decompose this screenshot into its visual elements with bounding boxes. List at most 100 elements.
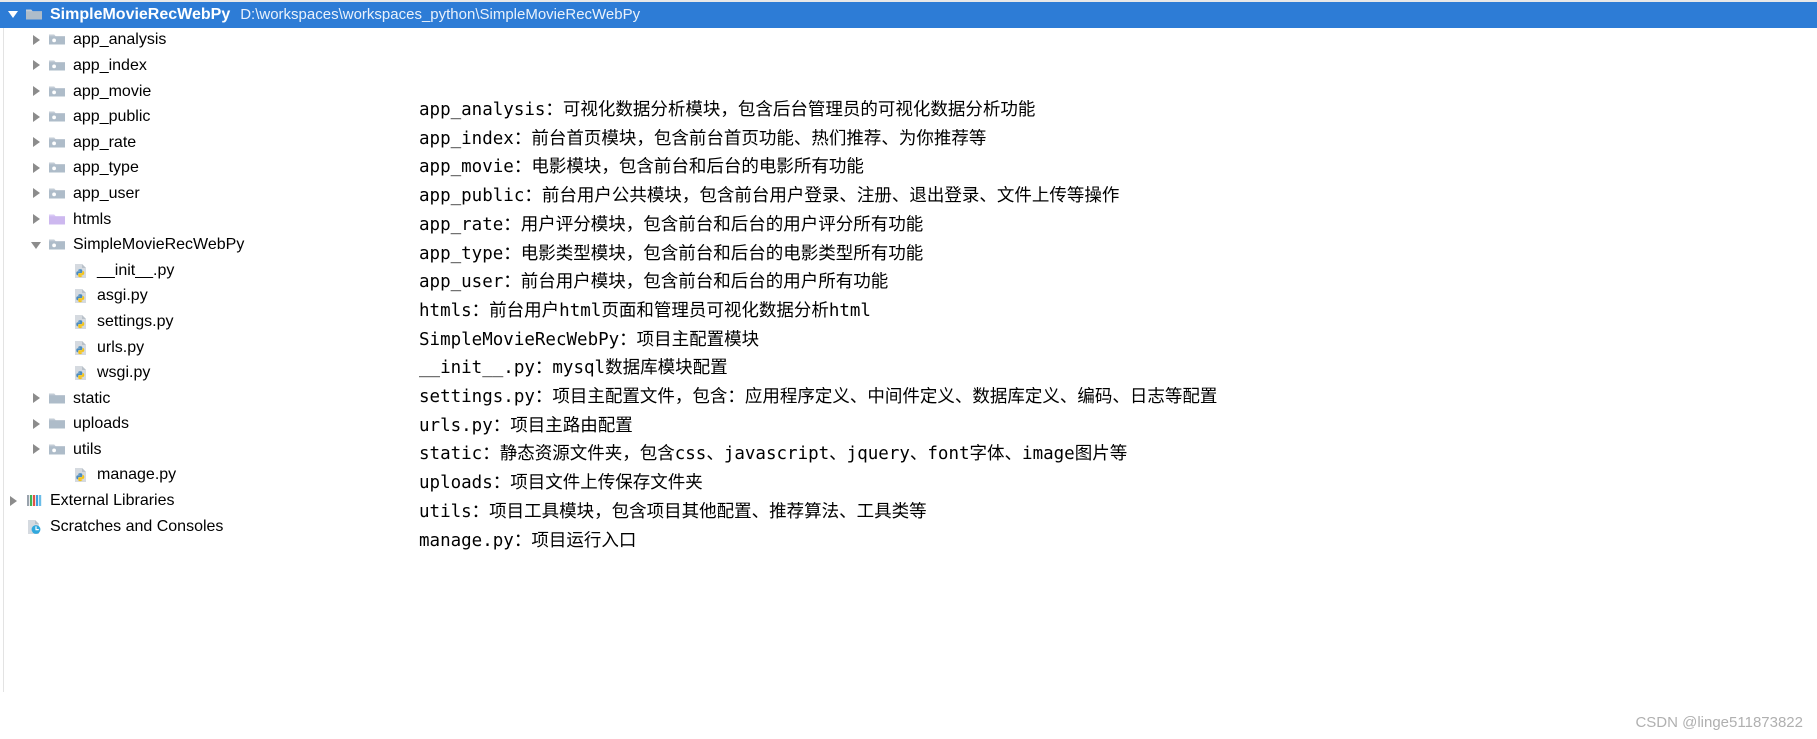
chevron-right-icon[interactable]	[31, 444, 42, 455]
tree-item-label: utils	[73, 440, 102, 458]
tree-item-label: External Libraries	[50, 492, 175, 510]
tree-item-label: asgi.py	[97, 287, 148, 305]
tree-row[interactable]: __init__.py	[0, 258, 404, 284]
description-line: htmls：前台用户html页面和管理员可视化数据分析html	[419, 300, 871, 321]
tree-item-label: urls.py	[97, 338, 145, 356]
description-line: settings.py：项目主配置文件，包含：应用程序定义、中间件定义、数据库定…	[419, 387, 1218, 408]
description-line: app_rate：用户评分模块，包含前台和后台的用户评分所有功能	[419, 214, 924, 235]
python-file-icon	[72, 314, 90, 330]
tree-item-label: app_movie	[73, 82, 152, 100]
tree-row[interactable]: app_rate	[0, 130, 404, 156]
screenshot-root: SimpleMovieRecWebPy D:\workspaces\worksp…	[0, 0, 1817, 739]
external-libraries-icon	[25, 493, 43, 509]
chevron-right-icon[interactable]	[31, 137, 42, 148]
python-package-folder-icon	[48, 109, 66, 125]
tree-item-label: app_public	[73, 108, 151, 126]
tree-row[interactable]: urls.py	[0, 335, 404, 361]
python-file-icon	[72, 467, 90, 483]
chevron-right-icon[interactable]	[31, 111, 42, 123]
python-package-folder-icon	[48, 160, 66, 176]
tree-item-label: manage.py	[97, 466, 177, 484]
tree-row[interactable]: app_analysis	[0, 28, 404, 54]
bottom-blank-area	[0, 692, 1817, 739]
chevron-right-icon[interactable]	[31, 162, 42, 174]
tree-row[interactable]: utils	[0, 437, 404, 463]
python-package-folder-icon	[48, 135, 66, 151]
tree-row[interactable]: SimpleMovieRecWebPy	[0, 232, 404, 258]
folder-icon	[48, 416, 66, 432]
tree-row[interactable]: htmls	[0, 207, 404, 233]
tree-item-label: app_rate	[73, 133, 137, 151]
tree-row[interactable]: uploads	[0, 412, 404, 438]
template-folder-icon	[48, 212, 66, 228]
tree-item-label: app_index	[73, 56, 147, 74]
python-file-icon	[72, 340, 90, 356]
tree-item-label: SimpleMovieRecWebPy	[73, 236, 245, 254]
module-description-block: app_analysis：可视化数据分析模块，包含后台管理员的可视化数据分析功能…	[419, 96, 1789, 555]
description-line: app_index：前台首页模块，包含前台首页功能、热们推荐、为你推荐等	[419, 128, 987, 149]
description-line: __init__.py：mysql数据库模块配置	[419, 358, 728, 379]
description-line: utils：项目工具模块，包含项目其他配置、推荐算法、工具类等	[419, 501, 927, 522]
chevron-down-icon[interactable]	[8, 9, 19, 20]
chevron-right-icon[interactable]	[31, 214, 42, 225]
tree-row[interactable]: app_movie	[0, 79, 404, 105]
python-file-icon	[72, 365, 90, 381]
chevron-right-icon[interactable]	[31, 418, 42, 430]
chevron-right-icon[interactable]	[31, 86, 42, 97]
tree-item-label: app_analysis	[73, 31, 167, 49]
tree-item-label: settings.py	[97, 312, 174, 330]
description-line: SimpleMovieRecWebPy：项目主配置模块	[419, 329, 760, 350]
tree-row[interactable]: app_user	[0, 181, 404, 207]
chevron-right-icon[interactable]	[31, 34, 42, 46]
tree-item-label: uploads	[73, 415, 130, 433]
watermark-label: CSDN @linge511873822	[1635, 714, 1803, 731]
chevron-down-icon[interactable]	[31, 240, 42, 251]
tree-item-label: Scratches and Consoles	[50, 517, 224, 535]
python-package-folder-icon	[48, 442, 66, 458]
description-line: uploads：项目文件上传保存文件夹	[419, 473, 703, 494]
project-tree-panel: SimpleMovieRecWebPy D:\workspaces\worksp…	[0, 2, 1817, 693]
description-line: app_user：前台用户模块，包含前台和后台的用户所有功能	[419, 272, 889, 293]
tree-item-label: app_type	[73, 159, 139, 177]
description-line: app_analysis：可视化数据分析模块，包含后台管理员的可视化数据分析功能	[419, 100, 1036, 120]
python-package-folder-icon	[48, 58, 66, 74]
description-line: app_type：电影类型模块，包含前台和后台的电影类型所有功能	[419, 243, 924, 264]
tree-row[interactable]: manage.py	[0, 463, 404, 489]
tree-row[interactable]: app_index	[0, 53, 404, 79]
tree-row-project-root[interactable]: SimpleMovieRecWebPy D:\workspaces\worksp…	[0, 2, 1817, 28]
python-file-icon	[72, 263, 90, 279]
python-package-folder-icon	[48, 32, 66, 48]
project-name-label: SimpleMovieRecWebPy	[50, 5, 231, 23]
chevron-right-icon[interactable]	[8, 495, 19, 507]
tree-item-label: __init__.py	[97, 261, 175, 279]
python-package-folder-icon	[48, 84, 66, 100]
tree-row[interactable]: wsgi.py	[0, 360, 404, 386]
tree-row[interactable]: asgi.py	[0, 284, 404, 310]
tree-item-label: static	[73, 389, 111, 407]
tree-item-label: app_user	[73, 184, 140, 202]
description-line: app_public：前台用户公共模块，包含前台用户登录、注册、退出登录、文件上…	[419, 186, 1120, 207]
chevron-right-icon[interactable]	[31, 188, 42, 199]
chevron-right-icon[interactable]	[31, 393, 42, 404]
tree-row[interactable]: app_type	[0, 156, 404, 182]
description-line: urls.py：项目主路由配置	[419, 415, 633, 436]
scratches-icon	[25, 519, 43, 535]
tree-row[interactable]: settings.py	[0, 309, 404, 335]
python-file-icon	[72, 288, 90, 304]
tree-item-list: app_analysis app_index app_movie app_public…	[0, 28, 404, 540]
chevron-right-icon[interactable]	[31, 60, 42, 71]
tree-row[interactable]: Scratches and Consoles	[0, 514, 404, 540]
tree-row[interactable]: static	[0, 386, 404, 412]
tree-item-label: wsgi.py	[97, 364, 151, 382]
tree-row[interactable]: app_public	[0, 104, 404, 130]
folder-icon	[25, 7, 43, 23]
tree-row[interactable]: External Libraries	[0, 488, 404, 514]
python-package-folder-icon	[48, 186, 66, 202]
